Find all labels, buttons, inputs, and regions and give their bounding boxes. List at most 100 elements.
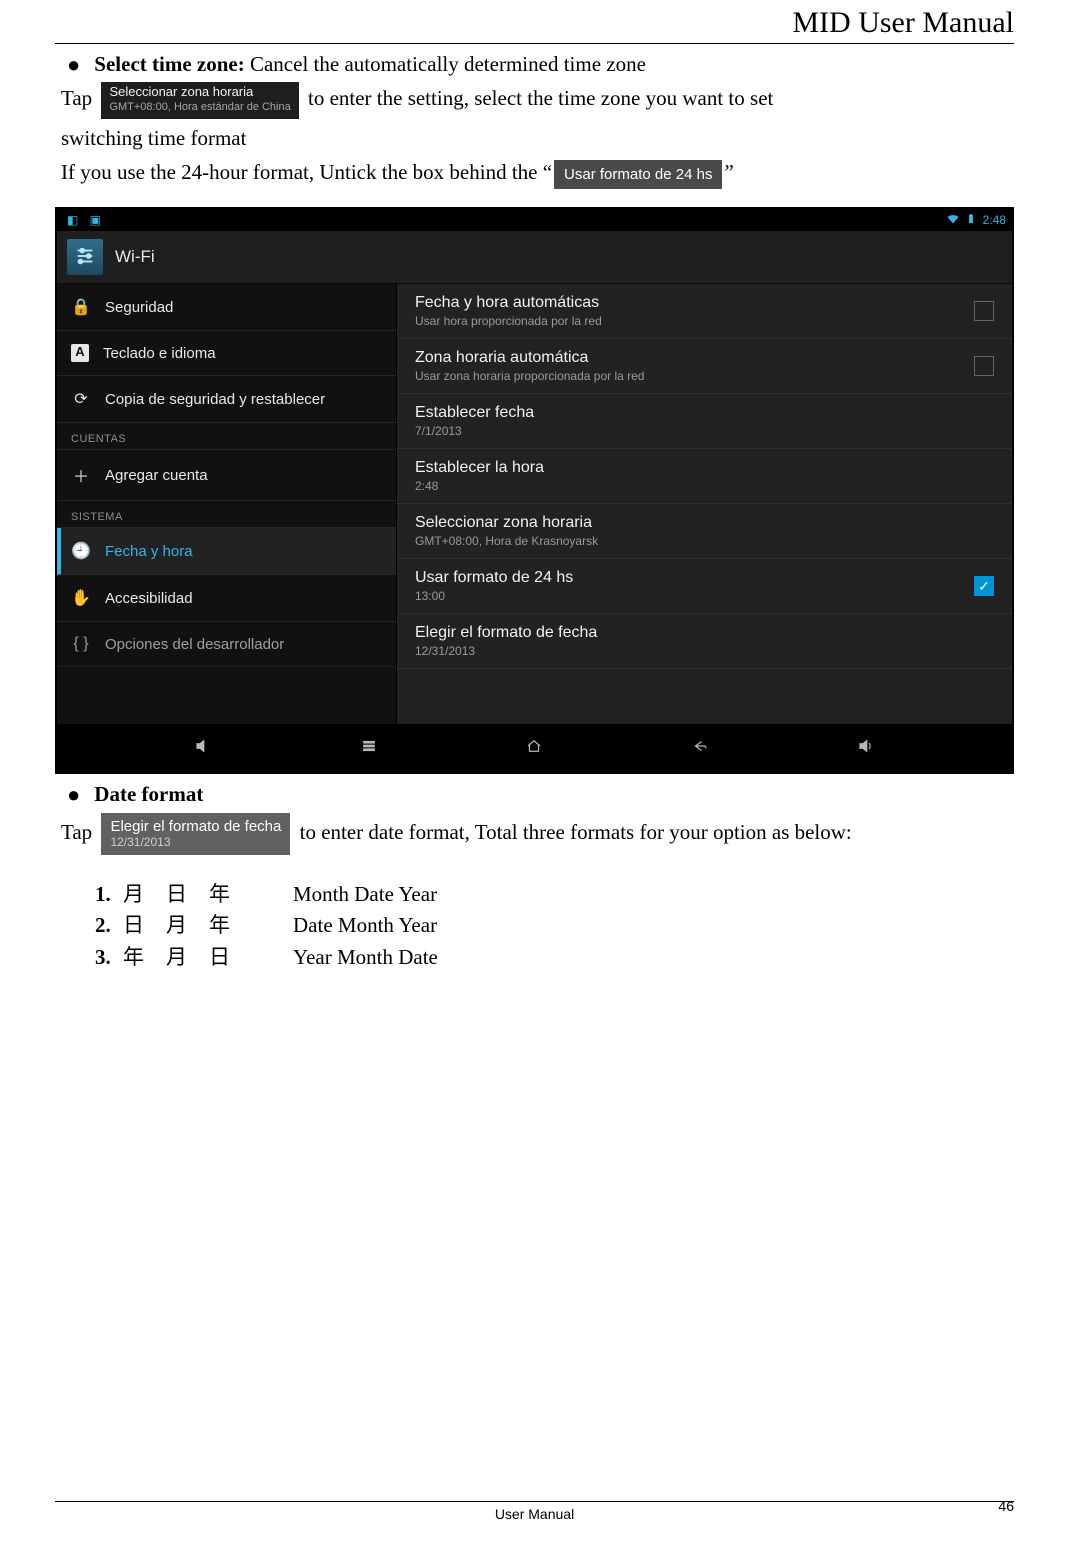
txt-tap2-pre: Tap (61, 820, 92, 844)
setting-set-time[interactable]: Establecer la hora 2:48 (397, 449, 1012, 504)
checkbox-checked[interactable]: ✓ (974, 576, 994, 596)
list-item: 3. 年月日 Year Month Date (95, 942, 1014, 974)
para-untick: If you use the 24-hour format, Untick th… (61, 157, 1014, 189)
sidebar-item-label: Teclado e idioma (103, 345, 216, 362)
setting-auto-datetime[interactable]: Fecha y hora automáticas Usar hora propor… (397, 284, 1012, 339)
setting-sub: Usar zona horaria proporcionada por la r… (415, 369, 974, 383)
bullet-date-format: ● Date format (67, 782, 1014, 808)
sidebar-item-label: Fecha y hora (105, 543, 193, 560)
setting-sub: 7/1/2013 (415, 424, 994, 438)
list-num: 1. (95, 879, 123, 911)
setting-sub: 12/31/2013 (415, 644, 994, 658)
wifi-header[interactable]: Wi-Fi (57, 231, 1012, 284)
sidebar-item-accessibility[interactable]: ✋ Accesibilidad (57, 575, 396, 622)
sync-icon: ⟳ (71, 389, 91, 409)
setting-sub: 13:00 (415, 589, 974, 603)
settings-sliders-icon (67, 239, 103, 275)
para-tap-tz: Tap Seleccionar zona horaria GMT+08:00, … (61, 82, 1014, 119)
txt-untick-pre: If you use the 24-hour format, Untick th… (61, 160, 552, 184)
notification-icons: ◧ ▣ (67, 213, 105, 227)
sidebar-item-datetime[interactable]: 🕘 Fecha y hora (57, 528, 396, 575)
list-num: 3. (95, 942, 123, 974)
page-footer: User Manual 46 (55, 1501, 1014, 1522)
list-cjk: 月日年 (123, 879, 293, 911)
bullet-icon: ● (67, 782, 80, 808)
checkbox-empty[interactable] (974, 356, 994, 376)
setting-sub: 2:48 (415, 479, 994, 493)
setting-title: Establecer fecha (415, 404, 994, 422)
setting-title: Usar formato de 24 hs (415, 569, 974, 587)
status-bar: ◧ ▣ 2:48 (57, 209, 1012, 231)
sidebar-item-backup[interactable]: ⟳ Copia de seguridad y restablecer (57, 376, 396, 423)
battery-icon (965, 213, 977, 228)
list-eng: Year Month Date (293, 942, 438, 974)
setting-set-date[interactable]: Establecer fecha 7/1/2013 (397, 394, 1012, 449)
checkbox-empty[interactable] (974, 301, 994, 321)
nav-home-icon[interactable] (514, 737, 554, 760)
setting-date-format[interactable]: Elegir el formato de fecha 12/31/2013 (397, 614, 1012, 669)
txt-tap-post: to enter the setting, select the time zo… (308, 87, 773, 111)
page-header-title: MID User Manual (55, 0, 1014, 43)
plus-icon: ＋ (71, 463, 91, 487)
sidebar-item-label: Agregar cuenta (105, 467, 208, 484)
chip-title: Seleccionar zona horaria (109, 84, 253, 99)
setting-title: Seleccionar zona horaria (415, 514, 994, 532)
footer-label: User Manual (55, 1506, 1014, 1522)
setting-title: Establecer la hora (415, 459, 994, 477)
setting-auto-timezone[interactable]: Zona horaria automática Usar zona horaria… (397, 339, 1012, 394)
setting-24h[interactable]: Usar formato de 24 hs 13:00 ✓ (397, 559, 1012, 614)
inline-chip-dateformat: Elegir el formato de fecha 12/31/2013 (101, 813, 290, 855)
sidebar-item-keyboard[interactable]: A Teclado e idioma (57, 331, 396, 376)
list-eng: Date Month Year (293, 910, 437, 942)
bullet-icon: ● (67, 52, 80, 78)
setting-title: Elegir el formato de fecha (415, 624, 994, 642)
list-eng: Month Date Year (293, 879, 437, 911)
bullet-text: Select time zone: Cancel the automatical… (94, 52, 646, 77)
clock-icon: 🕘 (71, 541, 91, 561)
nav-back-icon[interactable] (680, 737, 720, 760)
braces-icon: { } (71, 635, 91, 653)
list-item: 1. 月日年 Month Date Year (95, 879, 1014, 911)
para-tap-dateformat: Tap Elegir el formato de fecha 12/31/201… (61, 813, 1014, 855)
sidebar-item-security[interactable]: 🔒 Seguridad (57, 284, 396, 331)
sidebar-item-label: Accesibilidad (105, 590, 193, 607)
chip-title: Elegir el formato de fecha (110, 818, 281, 835)
sidebar-item-add-account[interactable]: ＋ Agregar cuenta (57, 450, 396, 501)
device-screenshot: ◧ ▣ 2:48 Wi-Fi (55, 207, 1014, 774)
status-time: 2:48 (983, 213, 1006, 227)
list-item: 2. 日月年 Date Month Year (95, 910, 1014, 942)
list-cjk: 年月日 (123, 942, 293, 974)
footer-rule (55, 1501, 1014, 1502)
nav-voldown-icon[interactable] (183, 737, 223, 760)
list-num: 2. (95, 910, 123, 942)
setting-sub: Usar hora proporcionada por la red (415, 314, 974, 328)
txt-tap2-post: to enter date format, Total three format… (300, 820, 852, 844)
nav-volup-icon[interactable] (846, 737, 886, 760)
bullet-text: Date format (94, 782, 203, 807)
txt-untick-post: ” (724, 160, 733, 184)
settings-main: Fecha y hora automáticas Usar hora propor… (397, 284, 1012, 724)
bullet-label: Date format (94, 782, 203, 806)
setting-title: Zona horaria automática (415, 349, 974, 367)
inline-chip-24h: Usar formato de 24 hs (554, 160, 722, 190)
list-cjk: 日月年 (123, 910, 293, 942)
date-format-list: 1. 月日年 Month Date Year 2. 日月年 Date Month… (95, 879, 1014, 974)
inline-chip-timezone: Seleccionar zona horaria GMT+08:00, Hora… (101, 82, 298, 119)
setting-select-timezone[interactable]: Seleccionar zona horaria GMT+08:00, Hora … (397, 504, 1012, 559)
settings-body: 🔒 Seguridad A Teclado e idioma ⟳ Copia d… (57, 284, 1012, 724)
sidebar-item-developer[interactable]: { } Opciones del desarrollador (57, 622, 396, 667)
bullet-label: Select time zone: (94, 52, 244, 76)
sidebar-header-accounts: CUENTAS (57, 423, 396, 450)
setting-title: Fecha y hora automáticas (415, 294, 974, 312)
setting-sub: GMT+08:00, Hora de Krasnoyarsk (415, 534, 994, 548)
settings-sidebar: 🔒 Seguridad A Teclado e idioma ⟳ Copia d… (57, 284, 397, 724)
wifi-signal-icon (947, 213, 959, 228)
sidebar-item-label: Copia de seguridad y restablecer (105, 391, 325, 408)
page-number: 46 (998, 1498, 1014, 1514)
wifi-label: Wi-Fi (115, 247, 155, 267)
chip-sub: 12/31/2013 (110, 836, 281, 850)
txt-tap-pre: Tap (61, 87, 92, 111)
lock-icon: 🔒 (71, 297, 91, 317)
nav-menu-icon[interactable] (349, 737, 389, 760)
header-rule (55, 43, 1014, 44)
